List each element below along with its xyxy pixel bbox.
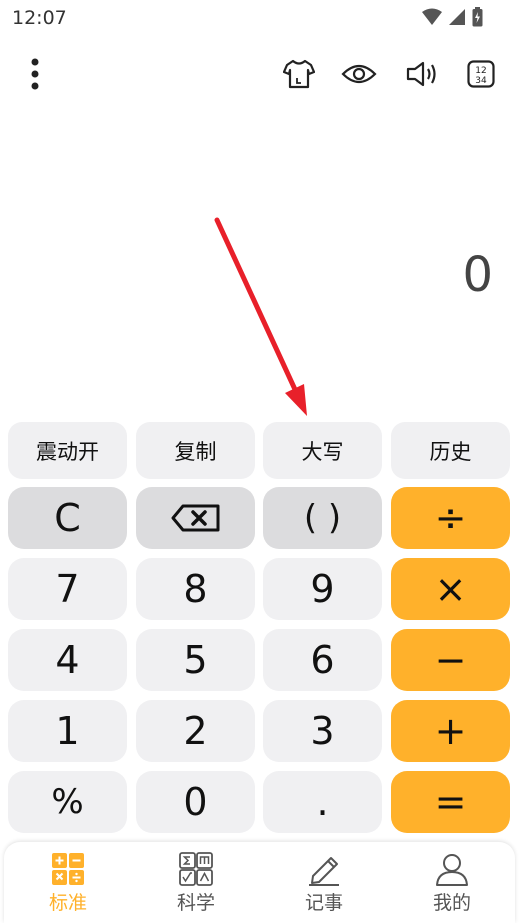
eye-button[interactable] [338,50,380,98]
status-bar: 12:07 [0,0,519,36]
more-menu-button[interactable] [18,50,52,98]
tshirt-icon [283,59,315,89]
toolbar: 12 34 [0,50,519,98]
more-vertical-icon [31,58,39,90]
digit-6-key[interactable]: 6 [263,629,382,691]
digit-4-key[interactable]: 4 [8,629,127,691]
nav-tab-notes[interactable]: 记事 [260,842,388,923]
nav-tab-scientific[interactable]: 科学 [132,842,260,923]
minus-key[interactable]: − [391,629,510,691]
equals-key[interactable]: = [391,771,510,833]
result-display: 0 [462,247,493,303]
decimal-point-key[interactable]: . [263,771,382,833]
digit-2-key[interactable]: 2 [136,700,255,762]
signal-icon [449,9,465,25]
svg-text:34: 34 [475,76,487,86]
backspace-icon [171,504,219,532]
digit-0-key[interactable]: 0 [136,771,255,833]
nav-label-notes: 记事 [304,892,343,914]
copy-button[interactable]: 复制 [136,422,255,479]
speaker-icon [406,61,436,87]
calculator-icon [52,853,84,885]
bottom-nav: 标准 科学 记事 我的 [4,842,515,923]
divide-key[interactable]: ÷ [391,487,510,549]
percent-key[interactable]: % [8,771,127,833]
history-button[interactable]: 历史 [391,422,510,479]
uppercase-button[interactable]: 大写 [263,422,382,479]
digit-3-key[interactable]: 3 [263,700,382,762]
function-row: 震动开 复制 大写 历史 [8,422,511,479]
digit-7-key[interactable]: 7 [8,558,127,620]
nav-tab-profile[interactable]: 我的 [388,842,516,923]
digits-icon: 12 34 [467,60,495,88]
eye-icon [341,64,377,84]
parentheses-key[interactable]: ( ) [263,487,382,549]
digit-9-key[interactable]: 9 [263,558,382,620]
pencil-icon [309,857,339,886]
svg-text:12: 12 [475,66,486,76]
clear-key[interactable]: C [8,487,127,549]
digit-1-key[interactable]: 1 [8,700,127,762]
vibration-toggle-button[interactable]: 震动开 [8,422,127,479]
digit-8-key[interactable]: 8 [136,558,255,620]
nav-label-standard: 标准 [48,892,87,914]
wifi-icon [422,8,442,25]
plus-key[interactable]: + [391,700,510,762]
nav-tab-standard[interactable]: 标准 [4,842,132,923]
status-icons [422,7,483,27]
person-icon [436,854,468,886]
nav-label-profile: 我的 [432,892,471,914]
sound-button[interactable] [402,50,442,98]
digit-5-key[interactable]: 5 [136,629,255,691]
battery-icon [472,7,483,27]
status-time: 12:07 [12,7,67,29]
theme-button[interactable] [279,50,319,98]
backspace-key[interactable] [136,487,255,549]
scientific-calculator-icon [179,852,213,886]
nav-label-scientific: 科学 [176,892,215,914]
multiply-key[interactable]: × [391,558,510,620]
digits-button[interactable]: 12 34 [463,50,499,98]
